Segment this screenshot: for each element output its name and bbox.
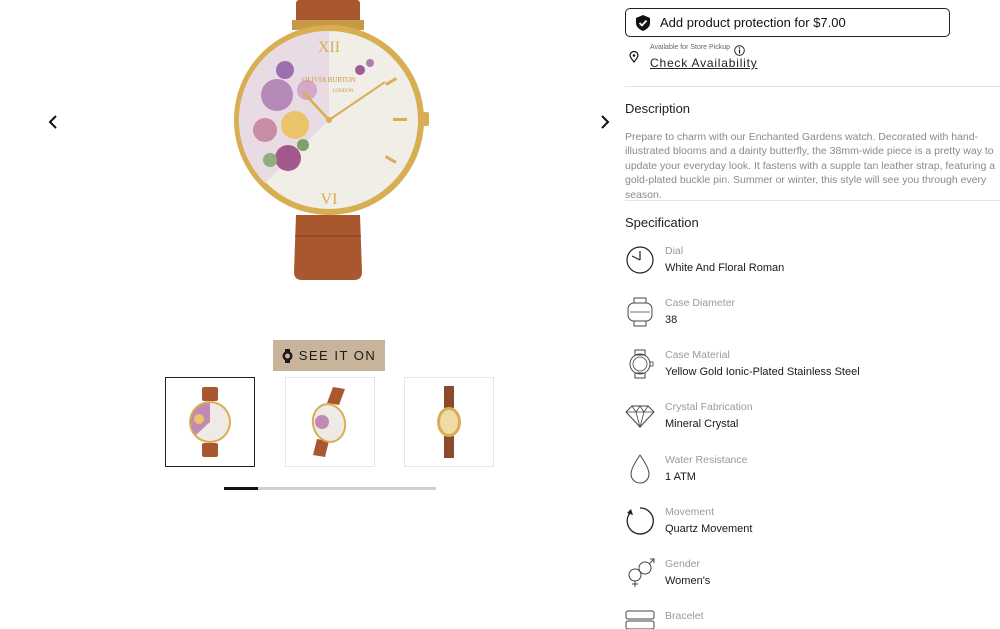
case-diameter-icon xyxy=(625,297,655,327)
spec-label: Water Resistance xyxy=(665,454,748,466)
spec-label: Case Material xyxy=(665,349,730,361)
spec-item-dial: Dial White And Floral Roman xyxy=(625,245,1000,289)
spec-label: Dial xyxy=(665,245,684,257)
next-image-button[interactable] xyxy=(593,110,617,134)
store-pickup-block: Available for Store Pickup Check Availab… xyxy=(625,42,955,72)
spec-label: Gender xyxy=(665,558,701,570)
dial-brand-text: OLIVIA BURTON xyxy=(302,76,356,84)
svg-text:XII: XII xyxy=(318,39,340,56)
gallery-scrollbar-thumb[interactable] xyxy=(224,487,258,490)
add-product-protection-button[interactable]: Add product protection for $7.00 xyxy=(625,8,950,37)
gallery-scrollbar[interactable] xyxy=(224,487,436,490)
watch-thumbnail-image xyxy=(311,387,347,457)
spec-label: Case Diameter xyxy=(665,297,736,309)
description-text: Prepare to charm with our Enchanted Gard… xyxy=(625,131,996,201)
thumbnail-side-view[interactable] xyxy=(404,377,494,467)
movement-icon xyxy=(625,506,655,536)
description-title: Description xyxy=(625,101,691,116)
spec-item-case-diameter: Case Diameter 38 xyxy=(625,297,1000,341)
spec-label: Crystal Fabrication xyxy=(665,401,753,413)
location-pin-icon xyxy=(629,51,639,63)
spec-item-gender: Gender Women's xyxy=(625,558,1000,602)
spec-value: Quartz Movement xyxy=(665,523,753,535)
bracelet-icon xyxy=(625,610,655,629)
watch-thumbnail-image xyxy=(189,387,231,457)
spec-item-movement: Movement Quartz Movement xyxy=(625,506,1000,550)
svg-text:VI: VI xyxy=(321,191,338,208)
see-it-on-label: SEE IT ON xyxy=(298,348,377,363)
spec-label: Bracelet xyxy=(665,610,704,622)
crystal-icon xyxy=(625,401,655,431)
watch-thumbnail-image xyxy=(437,386,461,458)
info-icon[interactable] xyxy=(734,45,745,56)
spec-value: Women's xyxy=(665,575,711,587)
shield-check-icon xyxy=(636,14,650,31)
spec-item-water-resistance: Water Resistance 1 ATM xyxy=(625,454,1000,498)
main-product-image[interactable]: XII VI OLIVIA BURTON LONDON xyxy=(225,0,435,290)
dial-icon xyxy=(625,245,655,275)
protection-label: Add product protection for $7.00 xyxy=(660,15,846,30)
dial-brand-subtext: LONDON xyxy=(332,89,353,94)
spec-item-crystal-fabrication: Crystal Fabrication Mineral Crystal xyxy=(625,401,1000,445)
check-availability-link[interactable]: Check Availability xyxy=(650,56,758,70)
watch-icon xyxy=(282,348,293,363)
spec-value: Yellow Gold Ionic-Plated Stainless Steel xyxy=(665,366,860,378)
water-drop-icon xyxy=(625,454,655,484)
spec-value: Mineral Crystal xyxy=(665,418,739,430)
spec-item-case-material: Case Material Yellow Gold Ionic-Plated S… xyxy=(625,349,1000,393)
store-pickup-label: Available for Store Pickup xyxy=(650,44,731,51)
gender-icon xyxy=(625,558,655,588)
watch-image: XII VI OLIVIA BURTON LONDON xyxy=(234,0,429,280)
see-it-on-button[interactable]: SEE IT ON xyxy=(273,340,385,371)
case-material-icon xyxy=(625,349,655,379)
previous-image-button[interactable] xyxy=(41,110,65,134)
divider xyxy=(625,86,1000,87)
chevron-left-icon xyxy=(48,115,57,129)
specification-title: Specification xyxy=(625,215,699,230)
spec-item-bracelet: Bracelet xyxy=(625,610,1000,629)
chevron-right-icon xyxy=(601,115,610,129)
divider xyxy=(625,200,1000,201)
thumbnail-front-view[interactable] xyxy=(165,377,255,467)
spec-value: White And Floral Roman xyxy=(665,262,785,274)
spec-value: 38 xyxy=(665,314,678,326)
spec-value: 1 ATM xyxy=(665,471,696,483)
spec-label: Movement xyxy=(665,506,715,518)
thumbnail-angled-view[interactable] xyxy=(285,377,375,467)
